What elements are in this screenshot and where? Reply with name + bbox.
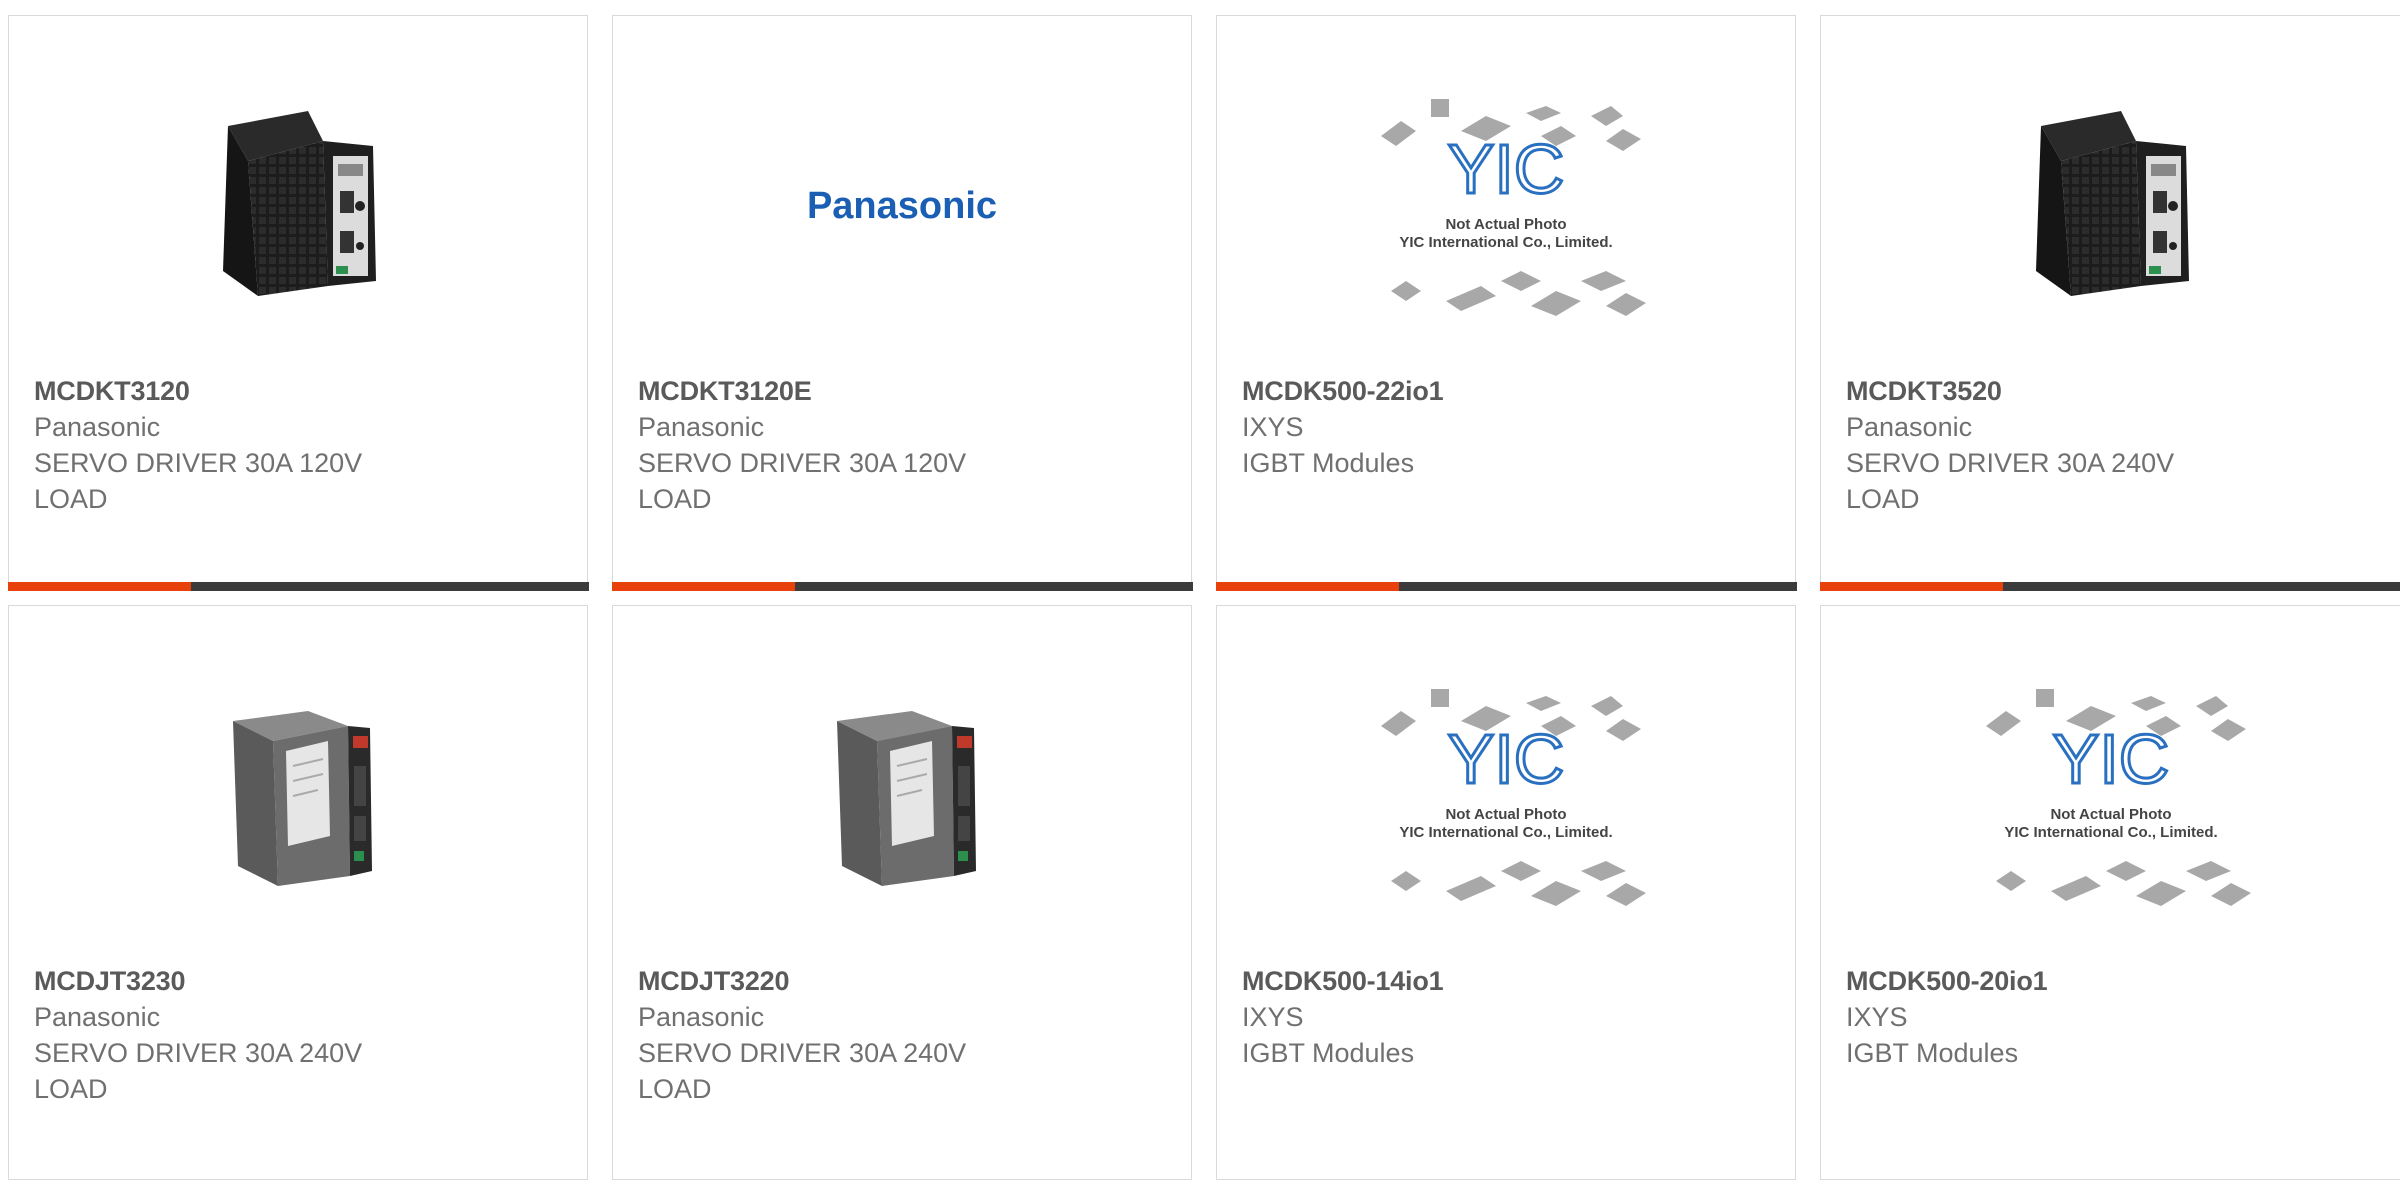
yic-logo: YIC — [2053, 720, 2170, 798]
svg-text:Not Actual Photo: Not Actual Photo — [1445, 216, 1566, 233]
product-image[interactable]: Panasonic — [613, 46, 1191, 366]
svg-text:YIC International Co., Limited: YIC International Co., Limited. — [1399, 234, 1612, 251]
product-image[interactable]: YIC Not Actual Photo YIC International C… — [1821, 636, 2400, 956]
card-bottom-bar — [1216, 582, 1797, 591]
product-image[interactable] — [9, 46, 587, 366]
card-accent — [1820, 582, 2003, 591]
manufacturer: IXYS — [1242, 999, 1775, 1035]
product-card[interactable]: MCDKT3120 Panasonic SERVO DRIVER 30A 120… — [8, 15, 588, 590]
panasonic-logo: Panasonic — [772, 176, 1032, 236]
product-info: MCDK500-22io1 IXYS IGBT Modules — [1242, 373, 1775, 481]
svg-text:Not Actual Photo: Not Actual Photo — [2050, 806, 2171, 823]
manufacturer: IXYS — [1242, 409, 1775, 445]
part-number[interactable]: MCDK500-20io1 — [1846, 963, 2389, 999]
product-image[interactable] — [9, 636, 587, 956]
yic-logo: YIC — [1448, 720, 1565, 798]
servo-drive-grey-icon — [198, 696, 398, 896]
svg-text:YIC International Co., Limited: YIC International Co., Limited. — [2004, 824, 2217, 841]
product-card[interactable]: YIC Not Actual Photo YIC International C… — [1216, 15, 1796, 590]
description: SERVO DRIVER 30A 120V LOAD — [34, 445, 567, 517]
product-info: MCDKT3120 Panasonic SERVO DRIVER 30A 120… — [34, 373, 567, 517]
part-number[interactable]: MCDK500-14io1 — [1242, 963, 1775, 999]
product-card[interactable]: MCDKT3520 Panasonic SERVO DRIVER 30A 240… — [1820, 15, 2400, 590]
servo-drive-grey-icon — [802, 696, 1002, 896]
servo-drive-black-icon — [2011, 106, 2211, 306]
card-accent — [8, 582, 191, 591]
product-card[interactable]: MCDJT3230 Panasonic SERVO DRIVER 30A 240… — [8, 605, 588, 1180]
description: SERVO DRIVER 30A 240V LOAD — [1846, 445, 2389, 517]
manufacturer: IXYS — [1846, 999, 2389, 1035]
card-bottom-bar — [1820, 582, 2400, 591]
part-number[interactable]: MCDKT3120 — [34, 373, 567, 409]
card-bottom-bar — [612, 582, 1193, 591]
product-card[interactable]: Panasonic MCDKT3120E Panasonic SERVO DRI… — [612, 15, 1192, 590]
product-grid: MCDKT3120 Panasonic SERVO DRIVER 30A 120… — [0, 0, 2400, 1167]
product-info: MCDKT3520 Panasonic SERVO DRIVER 30A 240… — [1846, 373, 2389, 517]
description: SERVO DRIVER 30A 240V LOAD — [638, 1035, 1171, 1107]
placeholder-not-actual-photo: YIC Not Actual Photo YIC International C… — [1361, 81, 1651, 331]
placeholder-not-actual-photo: YIC Not Actual Photo YIC International C… — [1966, 671, 2256, 921]
product-info: MCDJT3230 Panasonic SERVO DRIVER 30A 240… — [34, 963, 567, 1107]
yic-logo: YIC — [1448, 130, 1565, 208]
product-info: MCDK500-14io1 IXYS IGBT Modules — [1242, 963, 1775, 1071]
card-accent — [612, 582, 795, 591]
description: SERVO DRIVER 30A 240V LOAD — [34, 1035, 567, 1107]
manufacturer: Panasonic — [638, 409, 1171, 445]
product-image[interactable] — [1821, 46, 2400, 366]
product-image[interactable] — [613, 636, 1191, 956]
description: IGBT Modules — [1242, 1035, 1775, 1071]
product-image[interactable]: YIC Not Actual Photo YIC International C… — [1217, 636, 1795, 956]
product-info: MCDK500-20io1 IXYS IGBT Modules — [1846, 963, 2389, 1071]
part-number[interactable]: MCDJT3230 — [34, 963, 567, 999]
manufacturer: Panasonic — [638, 999, 1171, 1035]
product-card[interactable]: YIC Not Actual Photo YIC International C… — [1820, 605, 2400, 1180]
card-bottom-bar — [8, 582, 589, 591]
description: SERVO DRIVER 30A 120V LOAD — [638, 445, 1171, 517]
part-number[interactable]: MCDKT3520 — [1846, 373, 2389, 409]
manufacturer: Panasonic — [34, 999, 567, 1035]
product-card[interactable]: YIC Not Actual Photo YIC International C… — [1216, 605, 1796, 1180]
product-image[interactable]: YIC Not Actual Photo YIC International C… — [1217, 46, 1795, 366]
product-card[interactable]: MCDJT3220 Panasonic SERVO DRIVER 30A 240… — [612, 605, 1192, 1180]
product-info: MCDKT3120E Panasonic SERVO DRIVER 30A 12… — [638, 373, 1171, 517]
servo-drive-black-icon — [198, 106, 398, 306]
description: IGBT Modules — [1846, 1035, 2389, 1071]
placeholder-not-actual-photo: YIC Not Actual Photo YIC International C… — [1361, 671, 1651, 921]
svg-text:Not Actual Photo: Not Actual Photo — [1445, 806, 1566, 823]
part-number[interactable]: MCDJT3220 — [638, 963, 1171, 999]
part-number[interactable]: MCDKT3120E — [638, 373, 1171, 409]
svg-text:YIC International Co., Limited: YIC International Co., Limited. — [1399, 824, 1612, 841]
manufacturer: Panasonic — [1846, 409, 2389, 445]
description: IGBT Modules — [1242, 445, 1775, 481]
manufacturer: Panasonic — [34, 409, 567, 445]
part-number[interactable]: MCDK500-22io1 — [1242, 373, 1775, 409]
svg-text:Panasonic: Panasonic — [807, 185, 997, 227]
product-info: MCDJT3220 Panasonic SERVO DRIVER 30A 240… — [638, 963, 1171, 1107]
card-accent — [1216, 582, 1399, 591]
